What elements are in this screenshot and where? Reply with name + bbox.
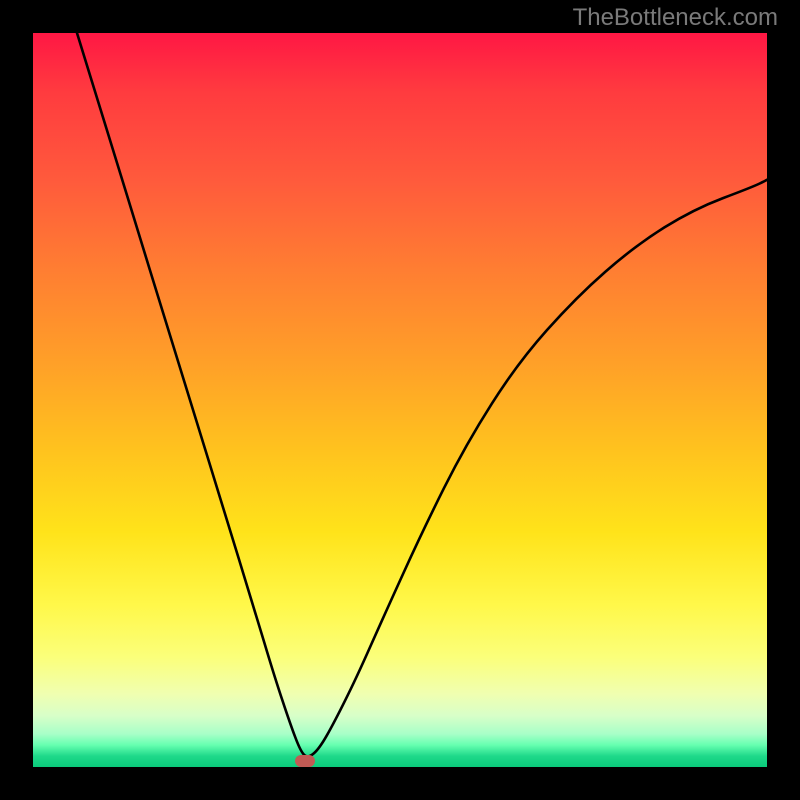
watermark-text: TheBottleneck.com bbox=[573, 4, 778, 32]
chart-frame: TheBottleneck.com bbox=[0, 0, 800, 800]
bottleneck-curve bbox=[33, 33, 767, 767]
optimal-marker bbox=[295, 755, 315, 767]
